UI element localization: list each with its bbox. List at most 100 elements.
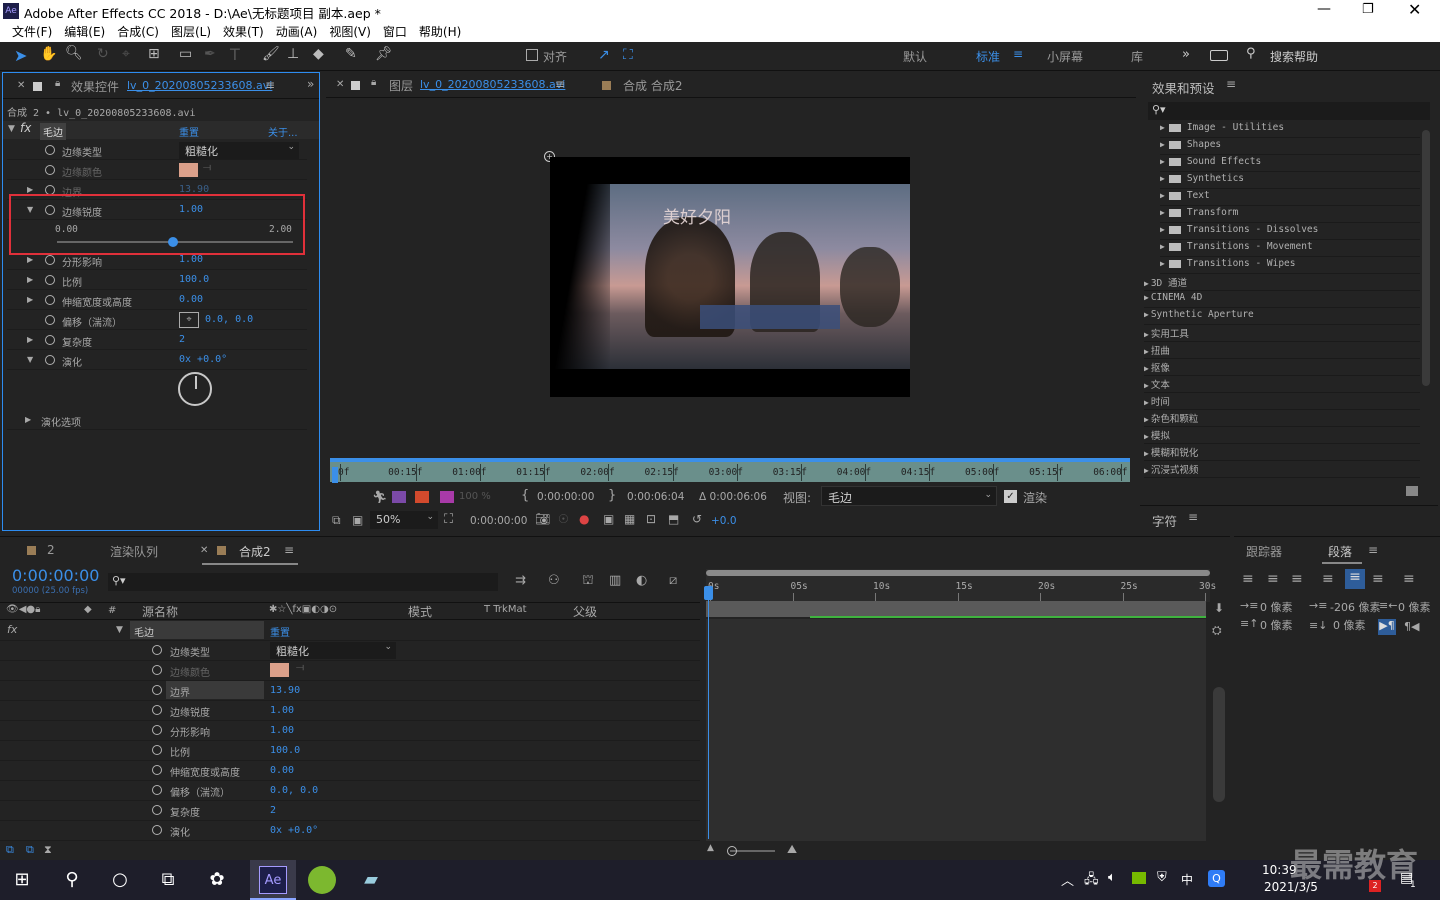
rectangle-tool-icon[interactable]: ▭ bbox=[179, 46, 192, 62]
prop-expand-icon[interactable]: ▶ bbox=[27, 295, 33, 304]
tl-bottom-icon-1[interactable]: ⧉ bbox=[6, 843, 14, 857]
always-preview-icon[interactable]: ⧉ bbox=[332, 513, 341, 528]
tree-expand-icon[interactable]: ▶ bbox=[1160, 208, 1165, 217]
mask-path-icon[interactable]: ⊡ bbox=[646, 512, 656, 526]
snapshot-icon[interactable]: 📷︎ bbox=[535, 512, 550, 526]
stopwatch-icon[interactable] bbox=[45, 295, 55, 305]
comp-tab[interactable]: 合成 合成2 bbox=[623, 77, 682, 94]
char-menu-icon[interactable]: ≡ bbox=[1188, 510, 1198, 524]
zoom-tool-icon[interactable]: 🔍︎ bbox=[65, 45, 83, 61]
effect-controls-tab[interactable]: 效果控件 bbox=[71, 78, 119, 95]
justify-left-icon[interactable]: ≡ bbox=[1322, 571, 1334, 587]
nvidia-icon[interactable] bbox=[1132, 872, 1146, 884]
tl-zoom-thumb[interactable] bbox=[727, 846, 737, 856]
ep-tree-item[interactable]: ▶ Image - Utilities bbox=[1160, 122, 1420, 138]
about-link[interactable]: 关于... bbox=[268, 124, 298, 139]
show-snapshot-icon[interactable]: ☉ bbox=[558, 512, 569, 526]
graph-editor-icon[interactable]: ◐ bbox=[636, 573, 647, 588]
tl-effect-name[interactable]: 毛边 bbox=[134, 624, 154, 639]
render-queue-tab[interactable]: 渲染队列 bbox=[110, 543, 158, 560]
prop-expand-icon[interactable]: ▼ bbox=[27, 355, 33, 364]
ep-new-folder-icon[interactable] bbox=[1406, 486, 1418, 496]
reset-link[interactable]: 重置 bbox=[179, 124, 199, 139]
ec-prop-value[interactable]: 0x +0.0° bbox=[179, 354, 227, 365]
current-time-display[interactable]: 0:00:00:00 bbox=[470, 515, 527, 527]
justify-center-icon[interactable]: ≡ bbox=[1345, 569, 1365, 589]
tl-nav-bar[interactable] bbox=[706, 570, 1210, 576]
tree-expand-icon[interactable]: ▶ bbox=[1144, 330, 1149, 339]
network-icon[interactable]: 🖧︎ bbox=[1084, 870, 1099, 892]
tree-expand-icon[interactable]: ▶ bbox=[1160, 225, 1165, 234]
shy-layers-icon[interactable]: ⚇ bbox=[548, 573, 560, 588]
viewer-work-area[interactable] bbox=[330, 458, 1130, 462]
stopwatch-icon[interactable] bbox=[45, 255, 55, 265]
tl-prop-value[interactable]: 100.0 bbox=[270, 745, 300, 756]
edge-sharpness-slider-thumb[interactable] bbox=[168, 237, 178, 247]
menu-item[interactable]: 效果(T) bbox=[217, 22, 270, 42]
ep-menu-icon[interactable]: ≡ bbox=[1226, 77, 1236, 91]
eyedropper-icon[interactable]: ⟞ bbox=[203, 162, 211, 173]
tl-prop-value[interactable]: 1.00 bbox=[270, 725, 294, 736]
mode-col[interactable]: 模式 bbox=[408, 603, 432, 620]
tree-expand-icon[interactable]: ▶ bbox=[1144, 364, 1149, 373]
tennis-app-icon[interactable] bbox=[308, 866, 336, 894]
ep-scrollbar[interactable] bbox=[1422, 130, 1430, 386]
source-name-col[interactable]: 源名称 bbox=[142, 603, 178, 620]
menu-item[interactable]: 窗口 bbox=[377, 22, 413, 42]
tree-expand-icon[interactable]: ▶ bbox=[1144, 449, 1149, 458]
stopwatch-icon[interactable] bbox=[152, 805, 162, 815]
ae-taskbar-icon[interactable]: Ae bbox=[259, 866, 287, 894]
viewer-menu-icon[interactable]: ≡ bbox=[555, 77, 565, 91]
justify-all-icon[interactable]: ≡ bbox=[1403, 571, 1415, 587]
edge-color-swatch[interactable] bbox=[179, 163, 198, 177]
effects-presets-title[interactable]: 效果和预设 bbox=[1152, 78, 1215, 97]
fx-badge[interactable]: fx bbox=[20, 121, 31, 135]
menu-item[interactable]: 文件(F) bbox=[6, 22, 58, 42]
stopwatch-icon[interactable] bbox=[152, 645, 162, 655]
region-icon[interactable]: ▣ bbox=[352, 513, 363, 527]
stopwatch-icon[interactable] bbox=[152, 825, 162, 835]
channel-swatch-3[interactable] bbox=[440, 491, 454, 503]
camera-tool-icon[interactable]: ⌖ bbox=[122, 46, 130, 62]
ep-tree-item[interactable]: ▶ Text bbox=[1160, 190, 1420, 206]
viewer-close-icon[interactable]: ✕ bbox=[336, 79, 344, 90]
type-tool-icon[interactable]: T bbox=[230, 45, 240, 64]
indent-right-value[interactable]: 0 像素 bbox=[1398, 599, 1431, 615]
tl-scrollbar[interactable] bbox=[1213, 687, 1225, 802]
ep-tree-item[interactable]: ▶ 沉浸式视频 bbox=[1144, 462, 1420, 478]
qq-icon[interactable]: Q bbox=[1208, 870, 1225, 887]
rgb-channels-icon[interactable]: ● bbox=[579, 512, 589, 526]
tl-menu-icon[interactable]: ≡ bbox=[284, 543, 294, 557]
puppet-pin-icon[interactable]: 📌︎ bbox=[375, 46, 393, 62]
3d-view-icon[interactable]: ⬒ bbox=[668, 512, 679, 526]
channel-swatch-2[interactable] bbox=[415, 491, 429, 503]
parent-col[interactable]: 父级 bbox=[573, 603, 597, 620]
render-checkbox[interactable]: ✓ bbox=[1004, 490, 1017, 503]
brush-tool-icon[interactable]: 🖌︎ bbox=[262, 46, 280, 62]
rotate-tool-icon[interactable]: ↻ bbox=[97, 46, 109, 62]
ep-tree-item[interactable]: ▶ Synthetics bbox=[1160, 173, 1420, 189]
effect-name[interactable]: 毛边 bbox=[40, 123, 66, 140]
tl-prop-value[interactable]: 0.0, 0.0 bbox=[270, 785, 318, 796]
ltr-icon[interactable]: ▶¶ bbox=[1378, 619, 1396, 635]
viewer-lock-icon[interactable]: 🔒︎ bbox=[371, 77, 376, 88]
tl-reset-link[interactable]: 重置 bbox=[270, 624, 290, 639]
tl-tab-num[interactable]: 2 bbox=[47, 543, 55, 557]
stopwatch-icon[interactable] bbox=[152, 785, 162, 795]
search-icon[interactable]: ⚲ bbox=[58, 866, 86, 894]
ep-tree-item[interactable]: ▶ 3D 通道 bbox=[1144, 275, 1420, 291]
in-point-time[interactable]: 0:00:00:00 bbox=[537, 491, 594, 503]
tl-timecode[interactable]: 0:00:00:00 bbox=[12, 566, 99, 585]
tl-prop-value[interactable]: 13.90 bbox=[270, 685, 300, 696]
eyedropper-icon[interactable]: ⟞ bbox=[296, 662, 304, 673]
ep-tree-item[interactable]: ▶ 抠像 bbox=[1144, 360, 1420, 376]
ep-tree-item[interactable]: ▶ Transitions - Wipes bbox=[1160, 258, 1420, 274]
tree-expand-icon[interactable]: ▶ bbox=[1160, 123, 1165, 132]
character-title[interactable]: 字符 bbox=[1152, 511, 1177, 530]
stopwatch-icon[interactable] bbox=[45, 315, 55, 325]
tree-expand-icon[interactable]: ▶ bbox=[1160, 174, 1165, 183]
workspace-overflow-icon[interactable]: » bbox=[1182, 47, 1190, 62]
menu-item[interactable]: 动画(A) bbox=[270, 22, 324, 42]
ec-prop-value[interactable]: 1.00 bbox=[179, 254, 203, 265]
tl-marker-icon[interactable]: ⬇ bbox=[1214, 601, 1224, 615]
